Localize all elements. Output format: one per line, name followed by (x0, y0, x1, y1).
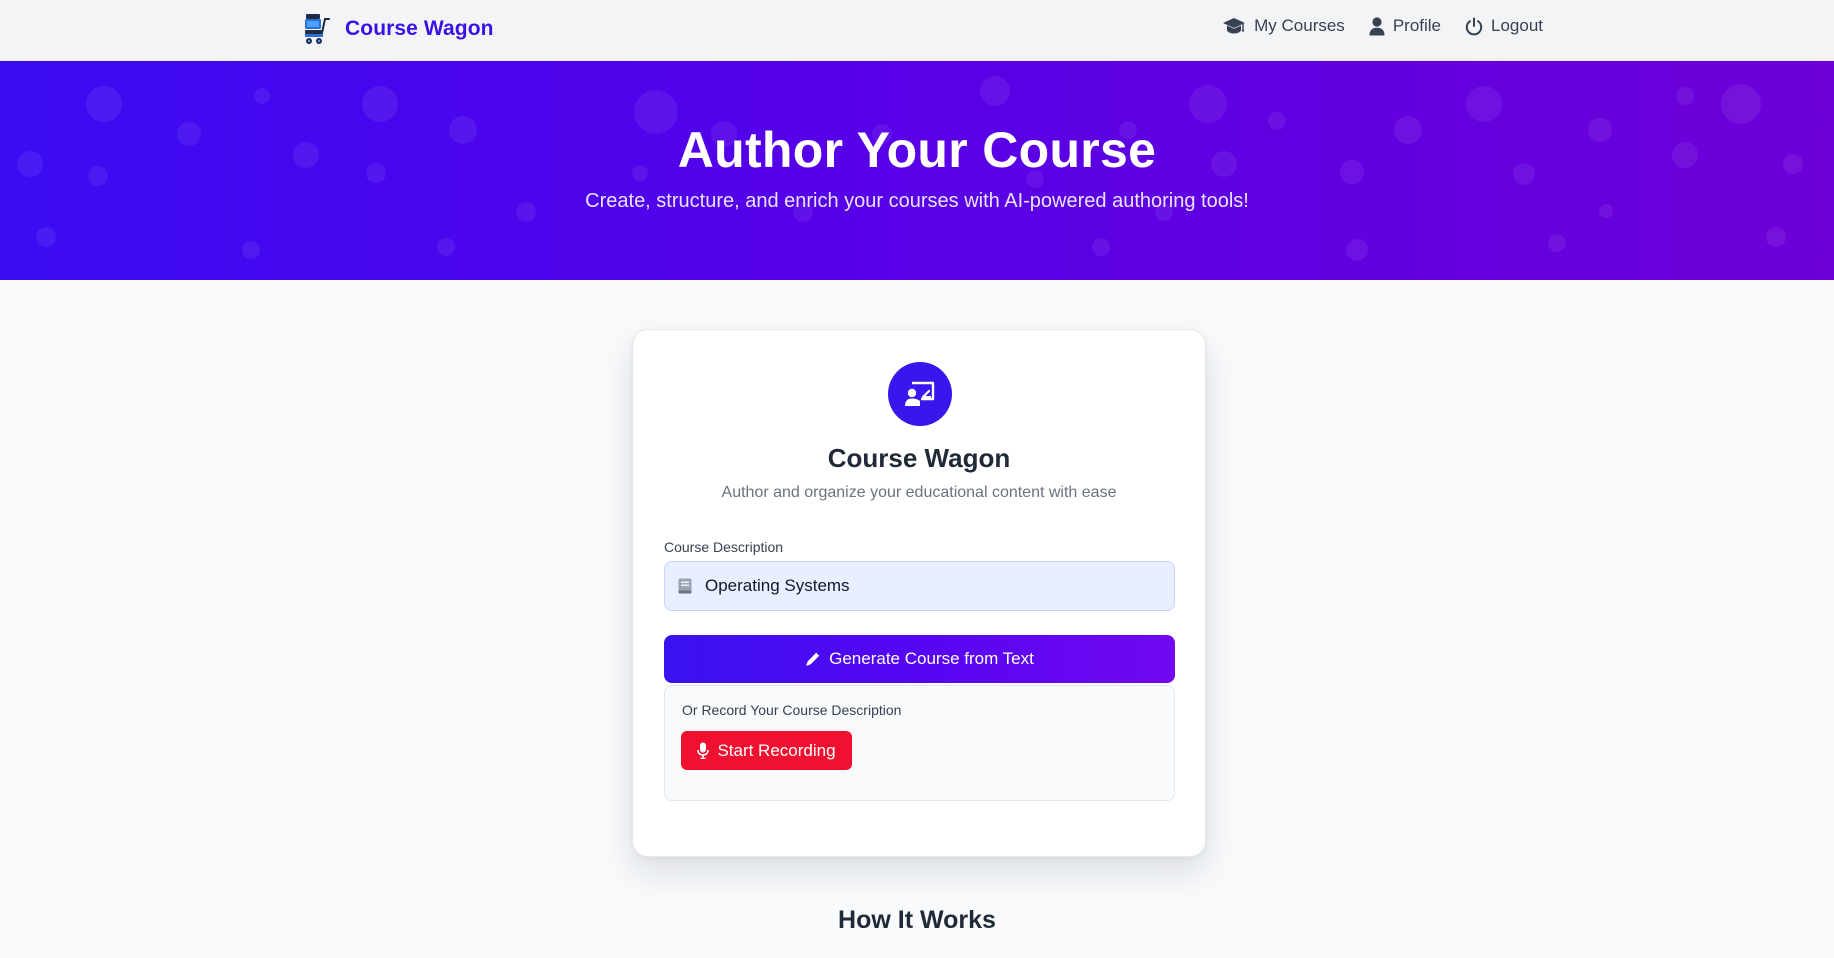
nav-links: My Courses Profile Logout (1222, 16, 1543, 36)
hero-subtitle: Create, structure, and enrich your cours… (585, 190, 1249, 212)
card-subtitle: Author and organize your educational con… (721, 484, 1117, 501)
card-title: Course Wagon (827, 443, 1011, 473)
navbar: Course Wagon My Courses Profile Logout (0, 0, 1834, 61)
graduation-cap-icon (1223, 18, 1246, 34)
course-authoring-card: Course Wagon Author and organize your ed… (632, 329, 1206, 857)
course-description-label: Course Description (664, 539, 784, 555)
page-title: Author Your Course (677, 122, 1157, 178)
card-badge (888, 362, 952, 426)
brand-name: Course Wagon (345, 17, 494, 40)
course-description-field (664, 561, 1175, 611)
pencil-icon (806, 652, 820, 666)
start-recording-button[interactable]: Start Recording (681, 731, 852, 770)
start-recording-label: Start Recording (717, 740, 836, 760)
nav-profile[interactable]: Profile (1369, 16, 1441, 36)
microphone-icon (697, 742, 710, 759)
user-icon (1369, 16, 1385, 35)
brand-link[interactable]: Course Wagon (303, 13, 494, 45)
wagon-cart-icon (305, 14, 330, 44)
generate-course-label: Generate Course from Text (829, 649, 1034, 668)
nav-my-courses-label: My Courses (1254, 16, 1345, 35)
record-section-label: Or Record Your Course Description (682, 702, 902, 718)
chalkboard-teacher-icon (905, 381, 935, 406)
how-it-works-heading: How It Works (838, 906, 996, 934)
course-description-input[interactable] (705, 562, 1165, 610)
nav-my-courses[interactable]: My Courses (1222, 16, 1345, 36)
power-icon (1465, 17, 1483, 35)
record-section: Or Record Your Course Description Start … (664, 685, 1175, 801)
nav-profile-label: Profile (1392, 16, 1441, 35)
nav-logout-label: Logout (1491, 16, 1543, 35)
nav-logout[interactable]: Logout (1465, 16, 1543, 36)
hero-banner: Author Your Course Create, structure, an… (0, 61, 1834, 280)
book-icon (678, 578, 692, 594)
generate-course-button[interactable]: Generate Course from Text (664, 635, 1175, 683)
